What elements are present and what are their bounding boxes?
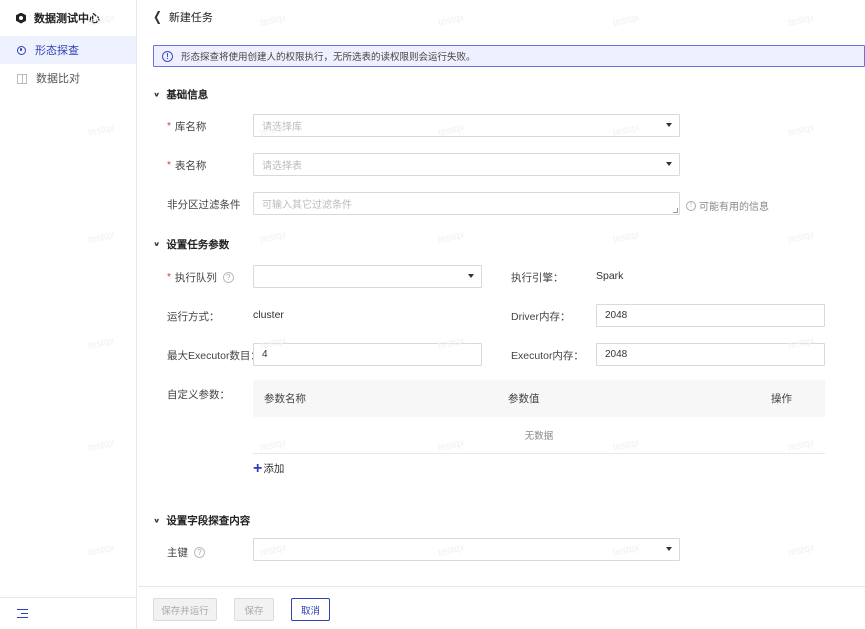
max-executor-label: 最大Executor数目： <box>167 350 261 362</box>
column-header-action: 操作 <box>771 393 792 405</box>
watermark: testqx <box>612 229 641 246</box>
plus-icon: + <box>253 459 263 477</box>
section-basic-info[interactable]: ∨ 基础信息 <box>153 87 208 102</box>
caret-down-icon <box>666 162 672 166</box>
collapse-menu-icon[interactable] <box>17 609 28 618</box>
watermark: testqx <box>787 122 816 139</box>
info-icon: ! <box>162 50 173 62</box>
max-executor-input[interactable]: 4 <box>253 343 482 366</box>
required-mark: * <box>167 272 171 283</box>
filter-placeholder: 可输入其它过滤条件 <box>262 200 352 211</box>
main-content: ❮ 新建任务 ! 形态探查将使用创建人的权限执行，无所选表的读权限则会运行失败。… <box>87 0 865 629</box>
brand: 数据测试中心 <box>0 0 136 36</box>
sidebar-item-profile-probe[interactable]: 形态探查 <box>0 36 136 64</box>
watermark: testqx <box>259 229 288 246</box>
section-title: 设置字段探查内容 <box>166 515 251 527</box>
run-mode-label: 运行方式： <box>167 311 220 323</box>
required-mark: * <box>167 121 171 132</box>
add-label: 添加 <box>263 463 285 475</box>
caret-down-icon <box>468 274 474 278</box>
required-mark: * <box>167 160 171 171</box>
section-title: 基础信息 <box>166 89 209 101</box>
primary-key-select[interactable] <box>253 538 680 561</box>
column-header-value: 参数值 <box>508 393 540 405</box>
page-title: 新建任务 <box>168 12 213 24</box>
sidebar-footer <box>0 597 136 629</box>
engine-value: Spark <box>596 270 624 282</box>
primary-key-label: 主键 ? <box>167 545 205 560</box>
filter-label: 非分区过滤条件 <box>167 199 241 211</box>
driver-mem-label: Driver内存： <box>511 311 571 323</box>
executor-mem-value: 2048 <box>605 349 628 360</box>
driver-mem-value: 2048 <box>605 310 628 321</box>
executor-mem-input[interactable]: 2048 <box>596 343 825 366</box>
table-placeholder: 请选择表 <box>262 161 302 172</box>
db-select[interactable]: 请选择库 <box>253 114 680 137</box>
section-field-probe[interactable]: ∨ 设置字段探查内容 <box>153 513 250 528</box>
watermark: testqx <box>787 542 816 559</box>
back-chevron-icon[interactable]: ❮ <box>153 9 162 25</box>
column-header-name: 参数名称 <box>264 393 306 405</box>
caret-down-icon <box>666 547 672 551</box>
resize-handle-icon[interactable] <box>673 208 678 213</box>
watermark: testqx <box>437 229 466 246</box>
sidebar-item-label: 数据比对 <box>36 73 80 85</box>
info-notice: ! 形态探查将使用创建人的权限执行，无所选表的读权限则会运行失败。 <box>153 45 865 67</box>
brand-title: 数据测试中心 <box>34 13 100 25</box>
engine-label: 执行引擎： <box>511 272 564 284</box>
sidebar-item-data-compare[interactable]: 数据比对 <box>0 64 136 92</box>
save-button[interactable]: 保存 <box>234 598 274 621</box>
queue-select[interactable] <box>253 265 482 288</box>
chevron-down-icon: ∨ <box>153 90 161 98</box>
table-label: * 表名称 <box>167 160 207 172</box>
exclamation-icon: ! <box>686 200 696 211</box>
executor-mem-label: Executor内存： <box>511 350 584 362</box>
section-title: 设置任务参数 <box>166 239 230 251</box>
target-icon <box>17 45 26 55</box>
hexagon-logo-icon <box>16 12 26 24</box>
form-footer: 保存并运行 保存 取消 <box>138 586 865 629</box>
cancel-button[interactable]: 取消 <box>291 598 330 621</box>
section-task-params[interactable]: ∨ 设置任务参数 <box>153 237 229 252</box>
table-header: 参数名称 参数值 操作 <box>253 380 825 417</box>
filter-hint: ! 可能有用的信息 <box>686 198 769 213</box>
driver-mem-input[interactable]: 2048 <box>596 304 825 327</box>
chevron-down-icon: ∨ <box>153 516 161 524</box>
custom-params-table: 参数名称 参数值 操作 无数据 <box>253 380 825 454</box>
notice-text: 形态探查将使用创建人的权限执行，无所选表的读权限则会运行失败。 <box>181 52 476 63</box>
question-icon[interactable]: ? <box>222 272 234 283</box>
save-and-run-button[interactable]: 保存并运行 <box>153 598 217 621</box>
question-icon[interactable]: ? <box>194 547 205 558</box>
db-placeholder: 请选择库 <box>262 122 302 133</box>
sidebar: 数据测试中心 形态探查 数据比对 <box>0 0 137 629</box>
custom-params-label: 自定义参数： <box>167 389 230 401</box>
caret-down-icon <box>666 123 672 127</box>
page-header: ❮ 新建任务 <box>138 0 865 34</box>
empty-text: 无数据 <box>524 431 554 442</box>
max-executor-value: 4 <box>262 349 268 360</box>
compare-icon <box>17 74 27 84</box>
db-label: * 库名称 <box>167 121 207 133</box>
run-mode-value: cluster <box>253 309 284 321</box>
add-param-button[interactable]: + 添加 <box>253 459 285 477</box>
watermark: testqx <box>787 229 816 246</box>
chevron-down-icon: ∨ <box>153 240 161 248</box>
queue-label: * 执行队列 ? <box>167 270 234 285</box>
filter-textarea[interactable]: 可输入其它过滤条件 <box>253 192 680 215</box>
table-select[interactable]: 请选择表 <box>253 153 680 176</box>
sidebar-item-label: 形态探查 <box>35 45 79 57</box>
empty-row: 无数据 <box>253 417 825 454</box>
